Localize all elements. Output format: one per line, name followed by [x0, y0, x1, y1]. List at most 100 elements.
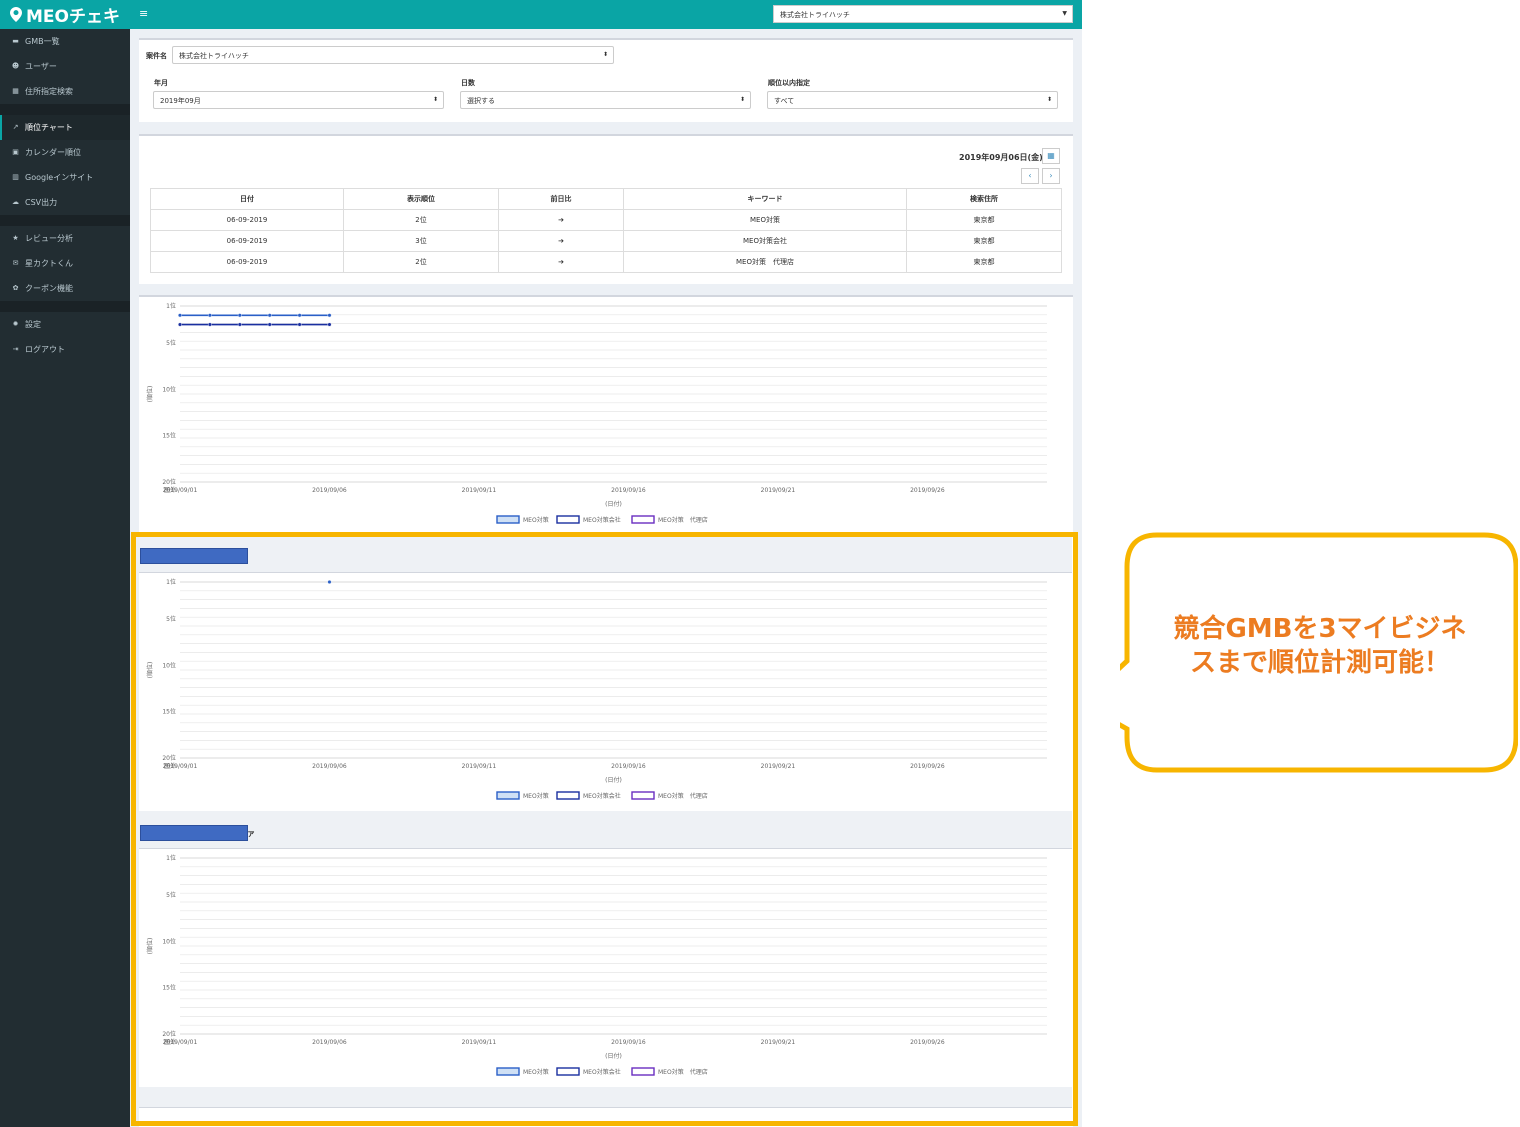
- sidebar-item-review-analysis[interactable]: ★ レビュー分析: [0, 226, 130, 251]
- sidebar-item-users[interactable]: ☻ ユーザー: [0, 54, 130, 79]
- legend-swatch: [496, 791, 520, 800]
- days-select[interactable]: 選択する ⬍: [460, 91, 751, 109]
- company-select-value: 株式会社トライハッチ: [780, 11, 850, 19]
- col-date: 日付: [150, 188, 344, 210]
- data-point: [237, 322, 242, 327]
- redacted-competitor-name: [140, 825, 248, 841]
- data-point: [178, 313, 183, 318]
- sidebar-item-csv-export[interactable]: ☁ CSV出力: [0, 190, 130, 215]
- arrow-right-icon: ➔: [498, 230, 624, 252]
- sidebar-item-settings[interactable]: ✹ 設定: [0, 312, 130, 337]
- x-tick-label: 2019/09/26: [910, 763, 945, 770]
- sidebar-separator: [0, 215, 130, 226]
- cell-rank: 3位: [343, 230, 499, 252]
- envelope-icon: ✉: [12, 259, 19, 267]
- x-tick-label: 2019/09/26: [910, 487, 945, 494]
- line-chart-icon: ↗: [12, 123, 19, 131]
- sidebar-separator: [0, 301, 130, 312]
- x-tick-label: 2019/09/01: [163, 1039, 198, 1046]
- x-tick-label: 2019/09/11: [462, 1039, 497, 1046]
- top-bar: ≡ 株式会社トライハッチ ▼: [130, 0, 1082, 29]
- cell-date: 06-09-2019: [150, 251, 344, 273]
- cell-address: 東京都: [906, 251, 1062, 273]
- sidebar-item-hoshikakuto[interactable]: ✉ 星カクトくん: [0, 251, 130, 276]
- legend-swatch: [631, 1067, 655, 1076]
- x-tick-label: 2019/09/26: [910, 1039, 945, 1046]
- rank-limit-select[interactable]: すべて ⬍: [767, 91, 1058, 109]
- x-tick-label: 2019/09/21: [761, 763, 796, 770]
- project-select[interactable]: 株式会社トライハッチ ⬍: [172, 46, 614, 64]
- project-select-value: 株式会社トライハッチ: [179, 52, 249, 60]
- legend-label: MEO対策: [523, 1068, 549, 1076]
- users-icon: ☻: [11, 62, 20, 70]
- legend-label: MEO対策会社: [583, 516, 621, 524]
- cell-date: 06-09-2019: [150, 230, 344, 252]
- table-header-row: 日付 表示順位 前日比 キーワード 検索住所: [150, 188, 1062, 210]
- days-label: 日数: [461, 79, 475, 87]
- hamburger-icon[interactable]: ≡: [139, 7, 148, 20]
- sidebar-item-logout[interactable]: ⇥ ログアウト: [0, 337, 130, 362]
- legend-swatch: [496, 1067, 520, 1076]
- legend-swatch: [631, 515, 655, 524]
- star-icon: ★: [12, 234, 19, 242]
- legend-label: MEO対策: [523, 516, 549, 524]
- x-axis-label: (日付): [605, 776, 622, 784]
- col-keyword: キーワード: [623, 188, 907, 210]
- y-tick-label: 15位: [162, 984, 176, 992]
- sidebar-item-label: 住所指定検索: [25, 87, 73, 96]
- competitor-header-3: [139, 1087, 1072, 1108]
- cell-date: 06-09-2019: [150, 209, 344, 231]
- sidebar-item-label: 星カクトくん: [25, 259, 73, 268]
- select-arrows-icon: ⬍: [739, 96, 745, 103]
- sidebar-item-label: ユーザー: [25, 62, 57, 71]
- sidebar-separator: [0, 104, 130, 115]
- y-axis-label: (順位): [146, 938, 154, 955]
- x-tick-label: 2019/09/06: [312, 763, 347, 770]
- next-day-button[interactable]: ›: [1042, 168, 1060, 184]
- x-axis-label: (日付): [605, 500, 622, 508]
- callout-line-1: 競合GMBを3マイビジネ: [1173, 614, 1467, 644]
- data-point: [207, 313, 212, 318]
- cell-keyword: MEO対策会社: [623, 230, 907, 252]
- rank-chart-competitor-1: 1位5位10位15位20位圏外(順位)2019/09/01 2019/09/06 2…: [146, 578, 1047, 800]
- arrow-right-icon: ➔: [498, 209, 624, 231]
- y-tick-label: 20位: [162, 1030, 176, 1038]
- legend-label: MEO対策: [523, 792, 549, 800]
- store-icon: ▬: [12, 37, 19, 45]
- company-select[interactable]: 株式会社トライハッチ ▼: [773, 5, 1073, 23]
- y-axis-label: (順位): [146, 386, 154, 403]
- y-axis-label: (順位): [146, 662, 154, 679]
- sidebar-item-rank-chart[interactable]: ↗ 順位チャート: [0, 115, 130, 140]
- data-point: [327, 322, 332, 327]
- x-tick-label: 2019/09/21: [761, 1039, 796, 1046]
- legend-label: MEO対策会社: [583, 1068, 621, 1076]
- sidebar-item-label: CSV出力: [25, 198, 58, 207]
- y-tick-label: 5位: [166, 339, 176, 347]
- sidebar-item-address-search[interactable]: ▦ 住所指定検索: [0, 79, 130, 104]
- x-tick-label: 2019/09/11: [462, 763, 497, 770]
- x-tick-label: 2019/09/01: [163, 763, 198, 770]
- sidebar-item-label: レビュー分析: [25, 234, 73, 243]
- data-point: [327, 313, 332, 318]
- y-tick-label: 15位: [162, 708, 176, 716]
- legend-swatch: [556, 791, 580, 800]
- table-row: 06-09-2019 2位 ➔ MEO対策 代理店 東京都: [150, 251, 1062, 273]
- cloud-download-icon: ☁: [12, 198, 19, 206]
- sidebar: MEOチェキ ▬ GMB一覧 ☻ ユーザー ▦ 住所指定検索 ↗ 順位チャート ▣ カレン…: [0, 0, 130, 1127]
- month-select[interactable]: 2019年09月 ⬍: [153, 91, 444, 109]
- x-axis-label: (日付): [605, 1052, 622, 1060]
- data-point: [237, 313, 242, 318]
- sidebar-item-coupon[interactable]: ✿ クーポン機能: [0, 276, 130, 301]
- filter-panel: 案件名 株式会社トライハッチ ⬍ 年月 2019年09月 ⬍ 日数 選択する ⬍ 順位…: [139, 38, 1073, 122]
- sidebar-item-label: 順位チャート: [25, 123, 73, 132]
- sidebar-item-calendar-rank[interactable]: ▣ カレンダー順位: [0, 140, 130, 165]
- cell-keyword: MEO対策: [623, 209, 907, 231]
- sidebar-item-gmb-list[interactable]: ▬ GMB一覧: [0, 29, 130, 54]
- rank-limit-select-value: すべて: [774, 97, 795, 105]
- brand[interactable]: MEOチェキ: [0, 0, 130, 29]
- sidebar-item-google-insight[interactable]: ▥ Googleインサイト: [0, 165, 130, 190]
- prev-day-button[interactable]: ‹: [1021, 168, 1039, 184]
- y-tick-label: 20位: [162, 754, 176, 762]
- calendar-button[interactable]: ▦: [1042, 148, 1060, 164]
- competitor-header-1: [139, 535, 1072, 573]
